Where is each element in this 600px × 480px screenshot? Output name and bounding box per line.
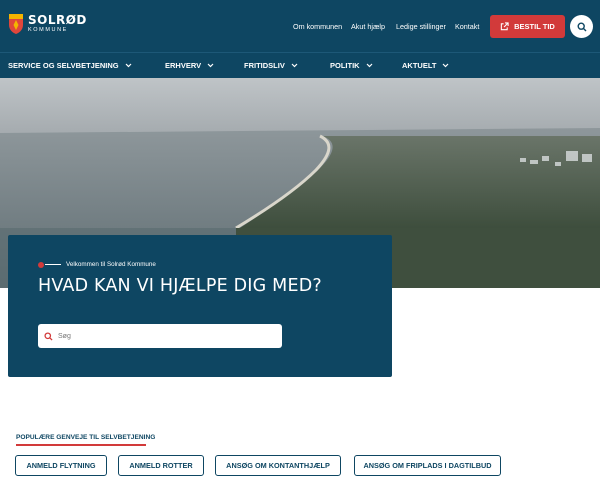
nav-item-fritidsliv[interactable]: FRITIDSLIV	[244, 61, 298, 70]
nav-label: AKTUELT	[402, 61, 437, 70]
chevron-down-icon	[366, 63, 373, 68]
nav-item-erhverv[interactable]: ERHVERV	[165, 61, 214, 70]
top-header: SOLRØD KOMMUNE Om kommunen Akut hjælp Le…	[0, 0, 600, 52]
bullet-dot-icon	[38, 261, 44, 268]
chevron-down-icon	[125, 63, 132, 68]
chevron-down-icon	[443, 63, 449, 68]
search-icon	[44, 331, 53, 341]
bestil-tid-label: BESTIL TID	[514, 22, 555, 31]
popular-shortcuts-heading: POPULÆRE GENVEJE TIL SELVBETJENING	[16, 434, 156, 441]
heading-underline	[16, 444, 146, 446]
logo[interactable]: SOLRØD KOMMUNE	[8, 13, 87, 35]
bestil-tid-button[interactable]: BESTIL TID	[490, 15, 565, 38]
divider-line	[45, 264, 61, 265]
search-icon	[576, 21, 586, 31]
welcome-text: Velkommen til Solrød Kommune	[66, 261, 156, 268]
nav-label: SERVICE OG SELVBETJENING	[8, 61, 119, 70]
hero-headline: HVAD KAN VI HJÆLPE DIG MED?	[38, 276, 322, 296]
ansoeg-fripladst-button[interactable]: ANSØG OM FRIPLADS I DAGTILBUD	[354, 455, 501, 476]
logo-subtitle: KOMMUNE	[28, 27, 68, 34]
ansoeg-kontanthjaelp-button[interactable]: ANSØG OM KONTANTHJÆLP	[215, 455, 341, 476]
top-link-akut-hjaelp[interactable]: Akut hjælp	[351, 22, 385, 31]
external-link-icon	[500, 22, 509, 31]
top-link-om-kommunen[interactable]: Om kommunen	[293, 22, 342, 31]
chevron-down-icon	[291, 63, 298, 68]
header-search-button[interactable]	[570, 15, 593, 38]
nav-label: POLITIK	[330, 61, 360, 70]
nav-item-service[interactable]: SERVICE OG SELVBETJENING	[8, 61, 132, 70]
main-navigation: SERVICE OG SELVBETJENING ERHVERV FRITIDS…	[0, 52, 600, 78]
nav-label: FRITIDSLIV	[244, 61, 285, 70]
top-link-ledige-stillinger[interactable]: Ledige stillinger	[396, 22, 446, 31]
hero-search-input[interactable]	[58, 332, 258, 340]
shield-logo-icon	[9, 14, 23, 34]
chevron-down-icon	[207, 63, 214, 68]
nav-item-politik[interactable]: POLITIK	[330, 61, 373, 70]
logo-name: SOLRØD	[28, 13, 87, 28]
hero-search-card: Velkommen til Solrød Kommune HVAD KAN VI…	[8, 235, 392, 377]
top-link-kontakt[interactable]: Kontakt	[455, 22, 479, 31]
anmeld-flytning-button[interactable]: ANMELD FLYTNING	[15, 455, 107, 476]
welcome-eyebrow: Velkommen til Solrød Kommune	[38, 261, 156, 268]
anmeld-rotter-button[interactable]: ANMELD ROTTER	[118, 455, 204, 476]
hero-search-field[interactable]	[38, 324, 282, 348]
nav-label: ERHVERV	[165, 61, 202, 70]
nav-item-aktuelt[interactable]: AKTUELT	[402, 61, 449, 70]
